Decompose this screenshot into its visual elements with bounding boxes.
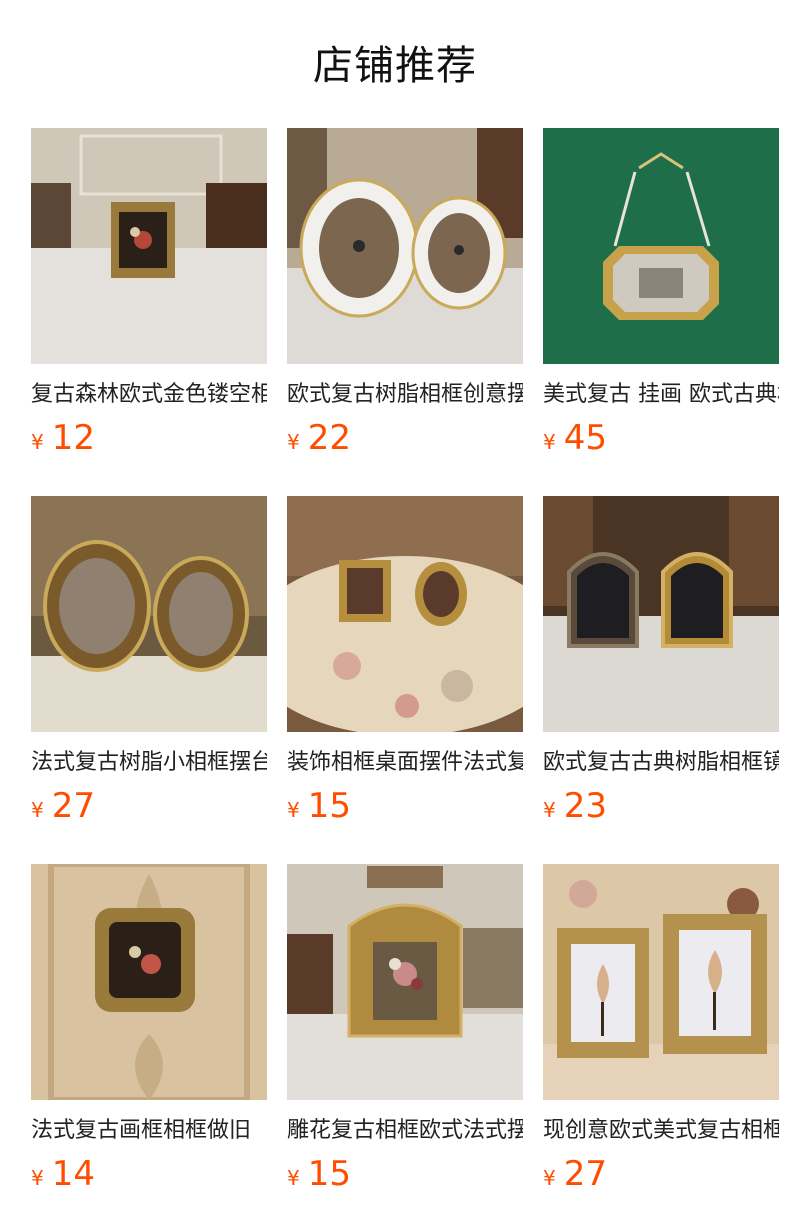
currency-symbol: ¥ (31, 1166, 44, 1190)
product-name: 复古森林欧式金色镂空相框 (31, 382, 267, 407)
product-price: ¥23 (543, 786, 607, 826)
price-amount: 22 (307, 418, 351, 458)
product-image[interactable] (543, 496, 779, 732)
product-price: ¥45 (543, 418, 607, 458)
recommendation-page: 店铺推荐 复古森林欧式金色镂空相框 ¥12 (0, 0, 790, 1232)
product-card[interactable]: 法式复古画框相框做旧 ¥14 (31, 864, 267, 1204)
currency-symbol: ¥ (543, 430, 556, 454)
product-card[interactable]: 雕花复古相框欧式法式摆台 ¥15 (287, 864, 523, 1204)
product-price: ¥22 (287, 418, 351, 458)
price-amount: 27 (563, 1154, 607, 1194)
currency-symbol: ¥ (31, 430, 44, 454)
price-amount: 12 (51, 418, 95, 458)
product-card[interactable]: 美式复古 挂画 欧式古典相框 ¥45 (543, 128, 779, 468)
product-card[interactable]: 法式复古树脂小相框摆台 ¥27 (31, 496, 267, 836)
product-card[interactable]: 欧式复古树脂相框创意摆件 ¥22 (287, 128, 523, 468)
product-name: 美式复古 挂画 欧式古典相框 (543, 382, 779, 407)
currency-symbol: ¥ (287, 798, 300, 822)
product-image[interactable] (543, 128, 779, 364)
product-price: ¥15 (287, 1154, 351, 1194)
product-price: ¥12 (31, 418, 95, 458)
price-amount: 27 (51, 786, 95, 826)
product-price: ¥27 (31, 786, 95, 826)
product-name: 现创意欧式美式复古相框 (543, 1118, 779, 1143)
currency-symbol: ¥ (287, 430, 300, 454)
product-image[interactable] (287, 864, 523, 1100)
product-name: 雕花复古相框欧式法式摆台 (287, 1118, 523, 1143)
product-price: ¥15 (287, 786, 351, 826)
product-image[interactable] (287, 128, 523, 364)
product-image[interactable] (287, 496, 523, 732)
product-name: 法式复古树脂小相框摆台 (31, 750, 267, 775)
product-name: 欧式复古古典树脂相框镜子 (543, 750, 779, 775)
price-amount: 45 (563, 418, 607, 458)
page-title: 店铺推荐 (313, 43, 477, 89)
product-card[interactable]: 装饰相框桌面摆件法式复古 ¥15 (287, 496, 523, 836)
price-amount: 23 (563, 786, 607, 826)
price-amount: 15 (307, 1154, 351, 1194)
currency-symbol: ¥ (287, 1166, 300, 1190)
product-image[interactable] (31, 128, 267, 364)
product-image[interactable] (543, 864, 779, 1100)
currency-symbol: ¥ (31, 798, 44, 822)
product-name: 装饰相框桌面摆件法式复古 (287, 750, 523, 775)
price-amount: 14 (51, 1154, 95, 1194)
product-image[interactable] (31, 496, 267, 732)
product-image[interactable] (31, 864, 267, 1100)
product-card[interactable]: 复古森林欧式金色镂空相框 ¥12 (31, 128, 267, 468)
product-name: 欧式复古树脂相框创意摆件 (287, 382, 523, 407)
currency-symbol: ¥ (543, 798, 556, 822)
currency-symbol: ¥ (543, 1166, 556, 1190)
product-price: ¥27 (543, 1154, 607, 1194)
product-card[interactable]: 现创意欧式美式复古相框 ¥27 (543, 864, 779, 1204)
product-name: 法式复古画框相框做旧 (31, 1118, 252, 1143)
product-price: ¥14 (31, 1154, 95, 1194)
product-card[interactable]: 欧式复古古典树脂相框镜子 ¥23 (543, 496, 779, 836)
price-amount: 15 (307, 786, 351, 826)
